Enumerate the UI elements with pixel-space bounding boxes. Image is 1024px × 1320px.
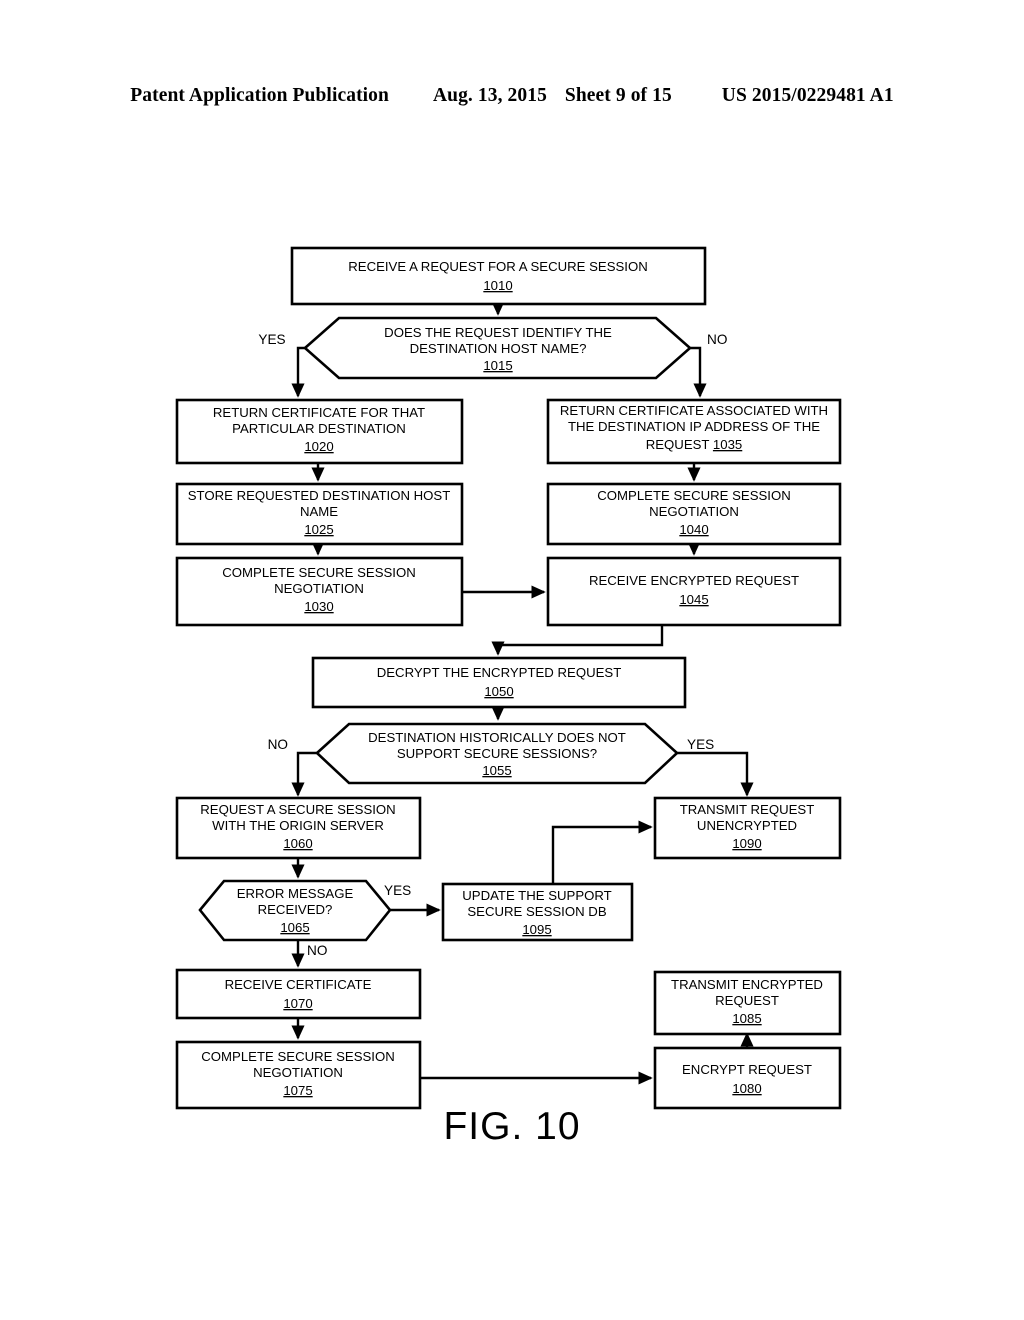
node-1030-line-1: NEGOTIATION	[274, 581, 364, 596]
node-1035-line-0: RETURN CERTIFICATE ASSOCIATED WITH	[560, 403, 828, 418]
node-1010-box	[290, 246, 707, 306]
edge-label-1065-yes: YES	[384, 883, 411, 898]
node-1065-line-0: ERROR MESSAGE	[237, 886, 354, 901]
node-1075-line-0: COMPLETE SECURE SESSION	[201, 1049, 394, 1064]
node-1095-line-1: SECURE SESSION DB	[467, 904, 606, 919]
node-1080-box	[653, 1046, 842, 1110]
node-1045-line-0: RECEIVE ENCRYPTED REQUEST	[589, 573, 799, 588]
node-1060[interactable]: REQUEST A SECURE SESSION WITH THE ORIGIN…	[175, 796, 422, 860]
node-1050-line-0: DECRYPT THE ENCRYPTED REQUEST	[377, 665, 622, 680]
node-1055[interactable]: DESTINATION HISTORICALLY DOES NOT SUPPOR…	[315, 722, 679, 785]
node-1080[interactable]: ENCRYPT REQUEST 1080	[653, 1046, 842, 1110]
node-1015[interactable]: DOES THE REQUEST IDENTIFY THE DESTINATIO…	[303, 316, 692, 380]
node-1080-ref: 1080	[732, 1081, 761, 1096]
node-1035-line-1: THE DESTINATION IP ADDRESS OF THE	[568, 419, 820, 434]
node-1025-ref: 1025	[304, 522, 333, 537]
node-1030[interactable]: COMPLETE SECURE SESSION NEGOTIATION 1030	[175, 556, 464, 627]
node-1035-ref: 1035	[713, 437, 742, 452]
node-1075-line-1: NEGOTIATION	[253, 1065, 343, 1080]
edge-label-1015-no: NO	[707, 332, 727, 347]
node-1035[interactable]: RETURN CERTIFICATE ASSOCIATED WITH THE D…	[546, 398, 842, 465]
connector-1055-yes-to-1090	[677, 751, 754, 797]
node-1035-line-2-group: REQUEST 1035	[646, 437, 743, 452]
node-1015-line-1: DESTINATION HOST NAME?	[410, 341, 587, 356]
node-1055-line-1: SUPPORT SECURE SESSIONS?	[397, 746, 597, 761]
node-1065-line-1: RECEIVED?	[258, 902, 333, 917]
edge-label-1065-no: NO	[307, 943, 327, 958]
node-1040-line-1: NEGOTIATION	[649, 504, 739, 519]
node-1050-ref: 1050	[484, 684, 513, 699]
figure-caption: FIG. 10	[443, 1105, 581, 1148]
node-1045-ref: 1045	[679, 592, 708, 607]
node-1075[interactable]: COMPLETE SECURE SESSION NEGOTIATION 1075	[175, 1040, 422, 1110]
connector-1015-no-to-1035	[690, 346, 707, 398]
node-1085-ref: 1085	[732, 1011, 761, 1026]
node-1010[interactable]: RECEIVE A REQUEST FOR A SECURE SESSION 1…	[290, 246, 707, 306]
node-1050[interactable]: DECRYPT THE ENCRYPTED REQUEST 1050	[311, 656, 687, 709]
node-1045[interactable]: RECEIVE ENCRYPTED REQUEST 1045	[546, 556, 842, 627]
node-1095-ref: 1095	[522, 922, 551, 937]
node-1090-line-0: TRANSMIT REQUEST	[680, 802, 815, 817]
node-1060-line-1: WITH THE ORIGIN SERVER	[212, 818, 384, 833]
node-1070-ref: 1070	[283, 996, 312, 1011]
node-1055-ref: 1055	[482, 763, 511, 778]
node-1020-line-1: PARTICULAR DESTINATION	[232, 421, 406, 436]
node-1040[interactable]: COMPLETE SECURE SESSION NEGOTIATION 1040	[546, 482, 842, 546]
edge-label-1015-yes: YES	[258, 332, 285, 347]
node-1010-ref: 1010	[483, 278, 512, 293]
node-1030-line-0: COMPLETE SECURE SESSION	[222, 565, 415, 580]
node-1075-ref: 1075	[283, 1083, 312, 1098]
edge-label-1055-yes: YES	[687, 737, 714, 752]
node-1070-line-0: RECEIVE CERTIFICATE	[225, 977, 372, 992]
connector-1095-to-1090	[551, 820, 653, 884]
node-1085-line-1: REQUEST	[715, 993, 779, 1008]
node-1090[interactable]: TRANSMIT REQUEST UNENCRYPTED 1090	[653, 796, 842, 860]
node-1060-line-0: REQUEST A SECURE SESSION	[200, 802, 395, 817]
edge-label-1055-no: NO	[268, 737, 288, 752]
node-1065-ref: 1065	[280, 920, 309, 935]
node-1085-line-0: TRANSMIT ENCRYPTED	[671, 977, 823, 992]
node-1025[interactable]: STORE REQUESTED DESTINATION HOST NAME 10…	[175, 482, 464, 546]
node-1095[interactable]: UPDATE THE SUPPORT SECURE SESSION DB 109…	[441, 882, 634, 942]
node-1070[interactable]: RECEIVE CERTIFICATE 1070	[175, 968, 422, 1020]
node-1065[interactable]: ERROR MESSAGE RECEIVED? 1065	[198, 879, 392, 942]
node-1085[interactable]: TRANSMIT ENCRYPTED REQUEST 1085	[653, 970, 842, 1036]
node-1015-ref: 1015	[483, 358, 512, 373]
connector-1045-to-1050	[491, 625, 664, 656]
node-1020[interactable]: RETURN CERTIFICATE FOR THAT PARTICULAR D…	[175, 398, 464, 465]
node-1020-ref: 1020	[304, 439, 333, 454]
node-1025-line-1: NAME	[300, 504, 338, 519]
node-1090-ref: 1090	[732, 836, 761, 851]
node-1025-line-0: STORE REQUESTED DESTINATION HOST	[188, 488, 451, 503]
node-1010-line-0: RECEIVE A REQUEST FOR A SECURE SESSION	[348, 259, 648, 274]
node-1055-line-0: DESTINATION HISTORICALLY DOES NOT	[368, 730, 626, 745]
node-1060-ref: 1060	[283, 836, 312, 851]
node-1040-ref: 1040	[679, 522, 708, 537]
node-1090-line-1: UNENCRYPTED	[697, 818, 797, 833]
node-1080-line-0: ENCRYPT REQUEST	[682, 1062, 812, 1077]
node-1030-ref: 1030	[304, 599, 333, 614]
connector-1055-no-to-1060	[291, 751, 317, 797]
node-1020-line-0: RETURN CERTIFICATE FOR THAT	[213, 405, 425, 420]
connector-1015-yes-to-1020	[291, 346, 305, 398]
patent-figure-page: Patent Application Publication Aug. 13, …	[0, 0, 1024, 1320]
node-1015-line-0: DOES THE REQUEST IDENTIFY THE	[384, 325, 612, 340]
node-1040-line-0: COMPLETE SECURE SESSION	[597, 488, 790, 503]
node-1035-line-2: REQUEST	[646, 437, 710, 452]
node-1095-line-0: UPDATE THE SUPPORT	[462, 888, 612, 903]
